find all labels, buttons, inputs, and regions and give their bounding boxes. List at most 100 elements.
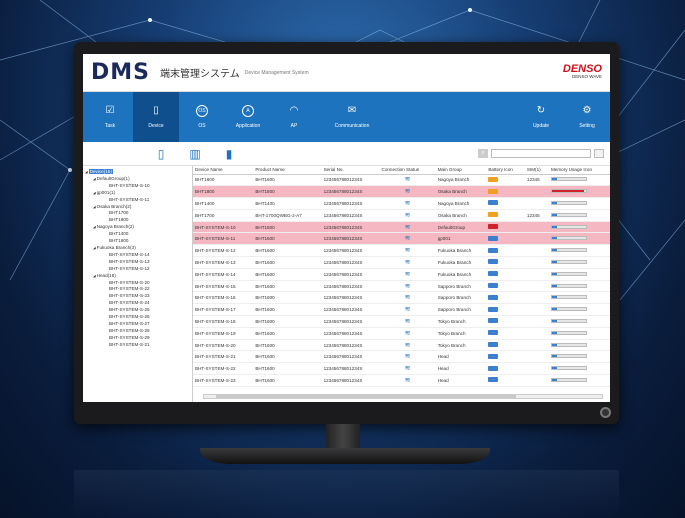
cell-group: Fukuoka Branch [435,268,487,281]
table-row[interactable]: BHT-SYSTEM-S-22 BHT1600 12345678801234S ≋ He… [193,362,610,376]
search-clear-button[interactable] [594,149,604,158]
table-row[interactable]: BHT-SYSTEM-S-12 BHT1600 12345678801234S ≋ Fu… [193,244,610,258]
tree-item[interactable]: BHT-SYSTEM-S-28 [85,328,190,335]
memory-usage-fill [551,260,558,263]
memory-usage-bar [550,377,587,382]
cell-product-name: BHT1600 [253,256,322,269]
cell-connection: ≋ [379,197,436,210]
table-row[interactable]: BHT-SYSTEM-S-19 BHT1600 12345678801234S ≋ To… [193,327,610,340]
cell-battery [486,315,525,328]
tree-item[interactable]: BHT-SYSTEM-S-14 [85,252,190,259]
tree-item[interactable]: ◢ gp001(1) [85,190,190,197]
table-row[interactable]: BHT-SYSTEM-S-17 BHT1600 12345678801234S ≋ Sa… [193,303,610,317]
cell-product-name: BHT1600 [253,244,322,258]
wifi-icon: ≋ [404,247,411,255]
column-header[interactable]: SIM(1) [524,166,549,175]
tab-communication[interactable]: ✉ Communication [317,92,387,142]
search-input[interactable] [491,149,591,158]
cell-memory [548,244,610,258]
table-row[interactable]: BHT-SYSTEM-S-21 BHT1600 12345678801234S ≋ He… [193,350,610,364]
wifi-icon: ≋ [404,294,411,302]
tree-item[interactable]: ◢ DefaultGroup(1) [85,176,190,183]
tree-item[interactable]: BHT1800 [85,217,190,224]
tree-item[interactable]: BHT-SYSTEM-S-26 [85,314,190,321]
tree-item[interactable]: ◢ Head(18) [85,273,190,280]
table-row[interactable]: BHT-SYSTEM-S-14 BHT1600 12345678801234S ≋ Fu… [193,268,610,281]
cell-group: DefaultGroup [435,221,487,234]
device-remove-icon[interactable]: ▮ [221,146,237,162]
device-move-icon[interactable]: ▥ [187,146,203,162]
horizontal-scrollbar[interactable] [203,394,603,399]
cell-device-name: BHT1400 [193,197,254,210]
cell-product-name: BHT1600 [253,303,322,317]
cell-product-name: BHT1600 [253,221,322,234]
cell-device-name: BHT1700 [193,209,254,222]
table-row[interactable]: BHT-SYSTEM-S-23 BHT1600 12345678801234S ≋ He… [193,374,610,387]
cell-connection: ≋ [379,315,436,328]
tab-os[interactable]: OS OS [179,92,225,142]
tree-item[interactable]: BHT-SYSTEM-S-29 [85,335,190,342]
tree-item[interactable]: BHT-SYSTEM-S-23 [85,293,190,300]
tree-item[interactable]: BHT1600 [85,238,190,245]
tab-device[interactable]: ▯ Device [133,92,179,142]
search-icon[interactable]: ⌕ [478,149,488,158]
table-row[interactable]: BHT-SYSTEM-S-10 BHT1600 12345678801234S ≋ De… [193,221,610,234]
tree-item-label: BHT1400 [109,231,129,237]
column-header[interactable]: Serial No. [321,166,380,175]
tab-setting[interactable]: ⚙ Setting [564,92,610,142]
column-header[interactable]: Product Name [253,166,322,175]
table-row[interactable]: BHT1700 BHT-1700QWBG-2-A7 12345678801234S ≋… [193,209,610,222]
tree-item[interactable]: BHT-SYSTEM-S-24 [85,300,190,307]
tree-item[interactable]: BHT1400 [85,231,190,238]
cell-group: Sapporo Branch [435,280,487,293]
tree-item[interactable]: BHT-SYSTEM-S-12 [85,266,190,273]
column-header[interactable]: Memory Usage Icon [548,166,610,175]
cell-battery [486,185,525,199]
tree-item[interactable]: BHT-SYSTEM-S-22 [85,286,190,293]
column-header[interactable]: Device Name [193,166,254,175]
tab-ap[interactable]: ◠ AP [271,92,317,142]
scrollbar-thumb[interactable] [216,395,516,398]
tree-item-label: BHT-SYSTEM-S-22 [109,286,150,292]
tab-task[interactable]: ☑ Task [87,92,133,142]
tab-update[interactable]: ↻ Update [518,92,564,142]
tree-item-label: DefaultGroup(1) [96,175,130,181]
tree-item[interactable]: ◢ Device(15) [85,169,190,176]
tree-item[interactable]: ◢ Osaka Branch(2) [85,204,190,211]
tree-item-label: BHT-SYSTEM-S-23 [109,293,150,299]
tree-item[interactable]: BHT-SYSTEM-S-27 [85,321,190,328]
tab-label: Task [104,123,116,129]
table-row[interactable]: BHT-SYSTEM-S-11 BHT1600 12345678801234S ≋ gp… [193,232,610,246]
tab-application[interactable]: A Application [225,92,271,142]
power-button-icon [600,407,611,418]
table-row[interactable]: BHT-SYSTEM-S-13 BHT1600 12345678801234S ≋ Fu… [193,256,610,269]
memory-usage-fill [551,237,558,240]
table-row[interactable]: BHT-SYSTEM-S-20 BHT1600 12345678801234S ≋ To… [193,339,610,352]
tree-item[interactable]: BHT-SYSTEM-S-20 [85,280,190,287]
cell-connection: ≋ [379,350,436,364]
column-header[interactable]: Main Group [435,166,487,175]
device-add-icon[interactable]: ▯ [153,146,169,162]
tree-item[interactable]: BHT-SYSTEM-S-21 [85,342,190,349]
table-row[interactable]: BHT1400 BHT1400 12345678801234S ≋ Nagoya Bra… [193,197,610,210]
battery-icon [488,353,499,359]
tree-item[interactable]: ◢ Nagoya Branch(2) [85,224,190,231]
tree-item[interactable]: BHT1700 [85,210,190,217]
cell-sim [524,303,549,317]
table-row[interactable]: BHT1800 BHT1800 12345678801234S ≋ Osaka Bran… [193,185,610,199]
brand-name: DENSO [562,62,602,75]
tree-item[interactable]: BHT-SYSTEM-S-25 [85,307,190,314]
tree-item-label: BHT-SYSTEM-S-28 [109,327,150,333]
table-row[interactable]: BHT-SYSTEM-S-18 BHT1600 12345678801234S ≋ To… [193,315,610,328]
column-header[interactable]: Connection Status [379,166,436,175]
battery-icon [488,200,499,206]
tree-item[interactable]: BHT-SYSTEM-S-10 [85,183,190,190]
table-row[interactable]: BHT1600 BHT1600 12345678801234S ≋ Nagoya Bra… [193,174,610,187]
table-row[interactable]: BHT-SYSTEM-S-16 BHT1600 12345678801234S ≋ Sa… [193,291,610,305]
column-header[interactable]: Battery Icon [486,166,525,175]
tree-item[interactable]: BHT-SYSTEM-S-11 [85,197,190,204]
cell-battery [486,291,525,305]
table-row[interactable]: BHT-SYSTEM-S-15 BHT1600 12345678801234S ≋ Sa… [193,280,610,293]
tree-item[interactable]: BHT-SYSTEM-S-13 [85,259,190,266]
tree-item[interactable]: ◢ Fukuoka Branch(3) [85,245,190,252]
